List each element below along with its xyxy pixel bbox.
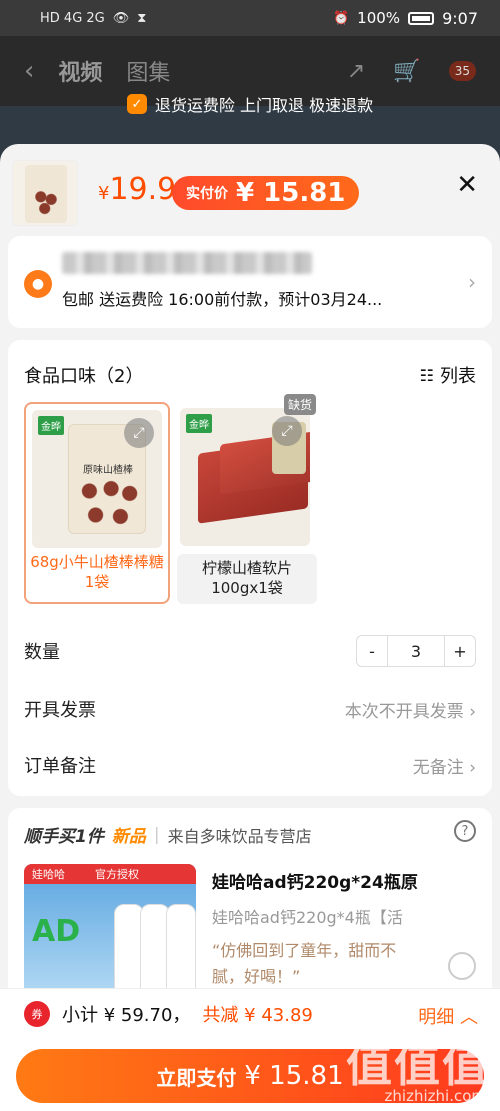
product-thumbnail[interactable] <box>12 160 78 226</box>
quantity-row: 数量 - 3 + <box>24 635 476 667</box>
invoice-label: 开具发票 <box>24 700 96 721</box>
remark-value: 无备注 › <box>412 757 476 778</box>
hourglass-icon: ⧗ <box>137 10 147 26</box>
add-on-quote: “仿佛回到了童年，甜而不腻，好喝！” <box>212 941 397 986</box>
brand-logo: 金晔 <box>38 416 64 435</box>
invoice-row[interactable]: 开具发票 本次不开具发票 › <box>24 694 476 724</box>
status-bar: HD 4G 2G 👁 ⧗ ⏰ 100% 9:07 <box>0 0 500 36</box>
invoice-value: 本次不开具发票 › <box>344 701 476 722</box>
add-on-subtitle: 娃哈哈ad钙220g*4瓶【活 <box>212 908 403 927</box>
close-icon[interactable]: ✕ <box>456 170 478 200</box>
remark-label: 订单备注 <box>24 756 96 777</box>
help-icon[interactable]: ? <box>454 820 476 842</box>
return-notice: ✓ 退货运费险 上门取退 极速退款 <box>0 92 500 116</box>
out-of-stock-badge: 缺货 <box>284 394 317 415</box>
watermark-url: zhizhizhi.com <box>384 1087 486 1105</box>
coupon-icon: 券 <box>24 1001 50 1027</box>
blurred-address <box>62 252 312 274</box>
back-icon: ‹ <box>24 56 35 86</box>
battery-percent: 100% <box>357 9 401 27</box>
real-price-value: ¥ 15.81 <box>236 178 346 208</box>
background-page: ‹ 视频 图集 ↗ 🛒 35 <box>0 36 500 166</box>
return-notice-text: 退货运费险 上门取退 极速退款 <box>154 96 374 115</box>
order-sheet: ¥19.9 实付价 ¥ 15.81 ✕ ● 包邮 送运费险 16:00前付款，预… <box>0 144 500 1111</box>
tab-gallery: 图集 <box>126 61 171 86</box>
chevron-right-icon: › <box>468 270 476 294</box>
battery-icon <box>408 11 435 25</box>
eye-icon: 👁 <box>112 10 130 26</box>
subtotal: 券 小计 ¥ 59.70， 共减 ¥ 43.89 <box>24 1001 313 1027</box>
list-icon: ☷ <box>419 365 434 385</box>
option-lemon-slice[interactable]: 缺货 金晔 ⤢ 柠檬山楂软片100gx1袋 <box>174 394 320 604</box>
quantity-label: 数量 <box>24 642 60 663</box>
option-hawthorn-stick[interactable]: 金晔 原味山楂棒 ⤢ 68g小牛山楂棒棒糖1袋 <box>24 402 170 604</box>
sheet-header: ¥19.9 实付价 ¥ 15.81 ✕ <box>0 144 500 234</box>
store-name: 来自多味饮品专营店 <box>167 826 312 846</box>
increment-button[interactable]: + <box>445 636 475 666</box>
option-label: 柠檬山楂软片100gx1袋 <box>177 554 317 604</box>
add-on-select-radio[interactable] <box>448 952 476 980</box>
remark-row[interactable]: 订单备注 无备注 › <box>24 750 476 780</box>
checkout-bar: 券 小计 ¥ 59.70， 共减 ¥ 43.89 明细 ︿ 立即支付 ¥ 15.… <box>0 988 500 1111</box>
watermark: 值值值 <box>346 1038 490 1092</box>
brand-logo: 金晔 <box>186 414 212 433</box>
expand-icon[interactable]: ⤢ <box>272 416 302 446</box>
spec-title: 食品口味（2） <box>24 366 144 387</box>
detail-button[interactable]: 明细 ︿ <box>418 1003 478 1029</box>
option-image: 金晔 原味山楂棒 ⤢ <box>32 410 162 548</box>
add-on-title[interactable]: 娃哈哈ad钙220g*24瓶原 <box>212 868 418 893</box>
spec-card: 食品口味（2） ☷ 列表 金晔 原味山楂棒 ⤢ 68g小牛山楂棒棒糖1袋 缺货 … <box>8 340 492 796</box>
quantity-stepper: - 3 + <box>356 635 476 667</box>
shipping-info: 包邮 送运费险 16:00前付款，预计03月24... <box>62 290 383 309</box>
decrement-button[interactable]: - <box>357 636 387 666</box>
clock: 9:07 <box>442 8 478 28</box>
cart-icon: 🛒 <box>393 58 421 84</box>
signal-icons: HD 4G 2G <box>40 10 105 26</box>
option-image: 金晔 ⤢ <box>180 408 310 546</box>
address-card[interactable]: ● 包邮 送运费险 16:00前付款，预计03月24... › <box>8 236 492 328</box>
real-price-badge: 实付价 ¥ 15.81 <box>172 176 360 210</box>
expand-icon[interactable]: ⤢ <box>124 418 154 448</box>
shield-icon: ✓ <box>126 94 147 114</box>
quantity-input[interactable]: 3 <box>387 636 445 666</box>
location-pin-icon: ● <box>24 270 52 298</box>
share-icon: ↗ <box>346 58 366 84</box>
price: ¥19.9 <box>98 172 177 207</box>
add-on-product-image[interactable]: 娃哈哈 官方授权 AD <box>24 864 196 1008</box>
total-saved: 共减 ¥ 43.89 <box>202 1005 313 1026</box>
real-price-label: 实付价 <box>186 186 228 202</box>
alarm-icon: ⏰ <box>332 10 350 26</box>
add-on-card: 顺手买1件 新品 | 来自多味饮品专营店 ? 娃哈哈 官方授权 AD 娃哈哈ad钙2… <box>8 808 492 1008</box>
tab-video: 视频 <box>58 61 103 86</box>
option-label: 68g小牛山楂棒棒糖1袋 <box>30 553 164 591</box>
list-view-button[interactable]: ☷ 列表 <box>420 362 476 388</box>
add-on-header: 顺手买1件 新品 | 来自多味饮品专营店 <box>24 824 312 848</box>
cart-badge: 35 <box>448 61 476 81</box>
